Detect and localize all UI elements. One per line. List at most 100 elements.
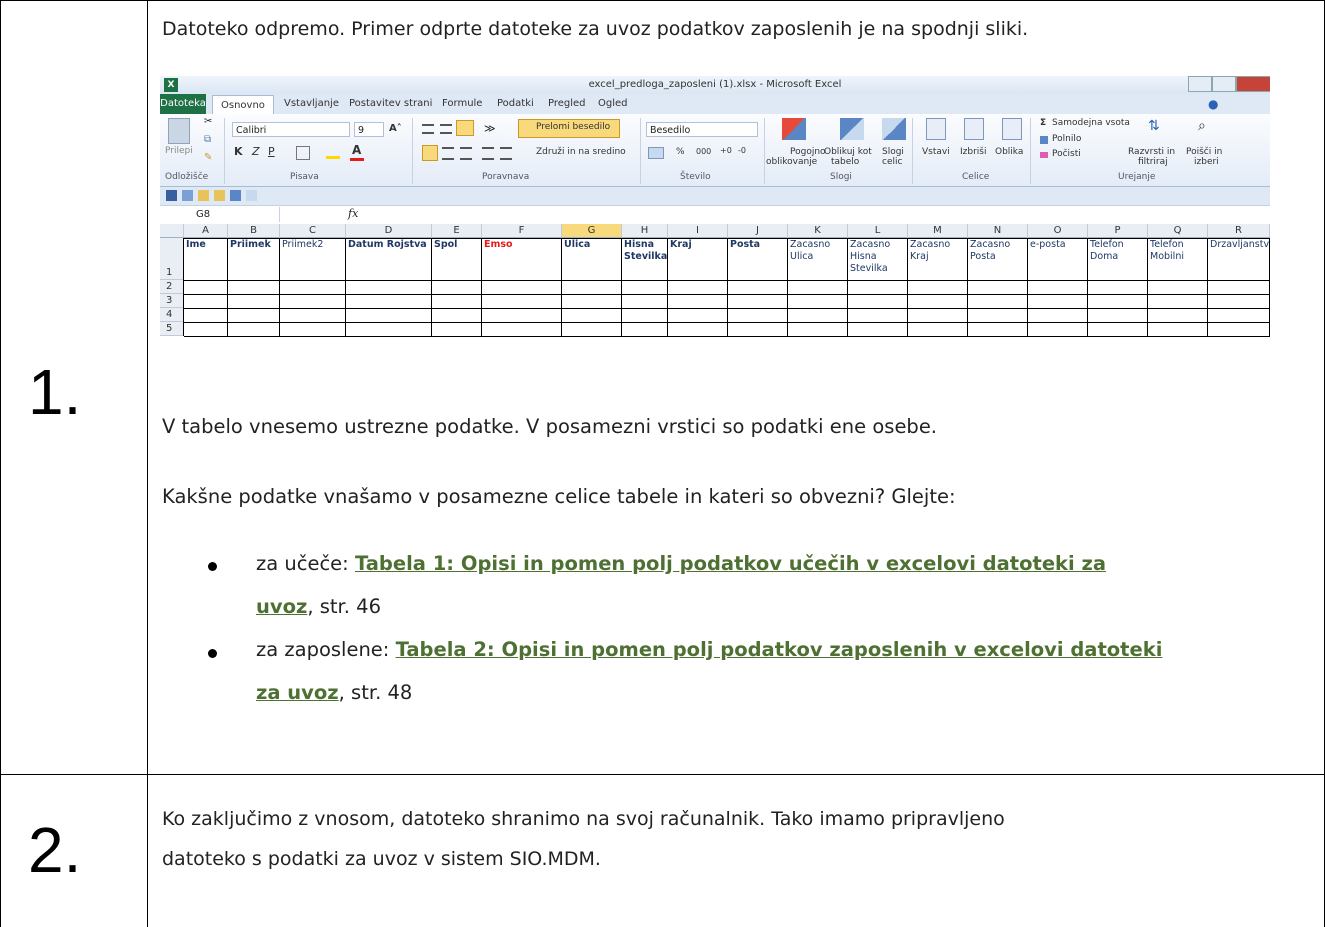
- column-header-a[interactable]: A: [184, 224, 228, 238]
- header-cell[interactable]: Ulica: [562, 238, 622, 280]
- column-header-i[interactable]: I: [668, 224, 728, 238]
- align-bottom-icon[interactable]: [456, 120, 474, 136]
- column-header-d[interactable]: D: [346, 224, 432, 238]
- column-header-c[interactable]: C: [280, 224, 346, 238]
- link-tabela-2[interactable]: Tabela 2: Opisi in pomen polj podatkov z…: [396, 638, 1163, 661]
- cell-styles-icon[interactable]: [882, 118, 906, 140]
- font-size-select[interactable]: 9: [354, 122, 384, 137]
- row-header-5[interactable]: 5: [160, 322, 184, 336]
- name-box[interactable]: G8: [160, 207, 280, 222]
- autosum-button[interactable]: Samodejna vsota: [1052, 118, 1130, 128]
- header-cell[interactable]: Spol: [432, 238, 482, 280]
- font-color-icon[interactable]: A: [352, 143, 361, 157]
- maximize-icon[interactable]: [1212, 76, 1236, 92]
- format-button[interactable]: Oblika: [995, 147, 1023, 157]
- italic-icon[interactable]: Z: [252, 145, 260, 158]
- header-cell[interactable]: Zacasno Ulica: [788, 238, 848, 280]
- column-header-k[interactable]: K: [788, 224, 848, 238]
- column-header-o[interactable]: O: [1028, 224, 1088, 238]
- tab-podatki[interactable]: Podatki: [497, 98, 534, 109]
- thousands-button[interactable]: 000: [696, 147, 711, 156]
- clear-icon[interactable]: [1040, 152, 1048, 158]
- align-middle-icon[interactable]: [440, 124, 452, 134]
- link-tabela-2-cont[interactable]: za uvoz: [256, 681, 339, 704]
- tab-datoteka[interactable]: Datoteka: [160, 94, 206, 114]
- header-cell[interactable]: Zacasno Kraj: [908, 238, 968, 280]
- align-right-icon[interactable]: [460, 147, 472, 160]
- merge-center-button[interactable]: Združi in na sredino: [536, 147, 626, 157]
- spelling-icon[interactable]: [246, 190, 257, 201]
- sort-filter-icon[interactable]: ⇅: [1148, 118, 1160, 134]
- header-cell[interactable]: Zacasno Hisna Stevilka: [848, 238, 908, 280]
- format-table-icon[interactable]: [840, 118, 864, 140]
- open-icon[interactable]: [198, 190, 209, 201]
- column-header-e[interactable]: E: [432, 224, 482, 238]
- tab-pregled[interactable]: Pregled: [548, 98, 586, 109]
- header-cell[interactable]: Ime: [184, 238, 228, 280]
- column-header-m[interactable]: M: [908, 224, 968, 238]
- decrease-indent-icon[interactable]: [482, 147, 494, 160]
- number-format-select[interactable]: Besedilo: [646, 122, 758, 137]
- percent-button[interactable]: %: [676, 147, 685, 157]
- insert-cells-icon[interactable]: [926, 118, 946, 140]
- row-header-1[interactable]: 1: [160, 238, 184, 280]
- cut-icon[interactable]: ✂: [204, 116, 212, 127]
- format-cells-icon[interactable]: [1002, 118, 1022, 140]
- save-icon[interactable]: [166, 190, 177, 201]
- fx-icon[interactable]: fx: [348, 207, 358, 220]
- copy-icon[interactable]: ⧉: [204, 134, 211, 145]
- fill-icon[interactable]: [1040, 136, 1048, 144]
- increase-indent-icon[interactable]: [500, 147, 512, 160]
- border-icon[interactable]: [296, 146, 310, 160]
- header-cell[interactable]: Hisna Stevilka: [622, 238, 668, 280]
- column-header-h[interactable]: H: [622, 224, 668, 238]
- close-icon[interactable]: [1236, 76, 1270, 92]
- header-cell[interactable]: Posta: [728, 238, 788, 280]
- header-cell[interactable]: e-posta: [1028, 238, 1088, 280]
- column-header-j[interactable]: J: [728, 224, 788, 238]
- column-header-p[interactable]: P: [1088, 224, 1148, 238]
- underline-icon[interactable]: P: [268, 145, 275, 158]
- link-tabela-1-cont[interactable]: uvoz: [256, 595, 307, 618]
- insert-button[interactable]: Vstavi: [922, 147, 950, 157]
- row-header-3[interactable]: 3: [160, 294, 184, 308]
- tab-ogled[interactable]: Ogled: [598, 98, 628, 109]
- link-tabela-1[interactable]: Tabela 1: Opisi in pomen polj podatkov u…: [355, 552, 1106, 575]
- fill-button[interactable]: Polnilo: [1052, 134, 1081, 144]
- row-header-2[interactable]: 2: [160, 280, 184, 294]
- column-header-n[interactable]: N: [968, 224, 1028, 238]
- column-header-g[interactable]: G: [562, 224, 622, 238]
- spreadsheet-grid[interactable]: A B C D E F G H I J K L M N O P Q R 1 2 3 4 5 Ime Priimek Priimek…: [160, 224, 1270, 372]
- header-cell[interactable]: Datum Rojstva: [346, 238, 432, 280]
- sort-filter-button[interactable]: Razvrsti in: [1128, 147, 1175, 157]
- font-name-select[interactable]: Calibri: [232, 122, 350, 137]
- increase-decimal-icon[interactable]: +0: [720, 146, 732, 155]
- paste-icon[interactable]: [168, 118, 190, 144]
- sum-icon[interactable]: Σ: [1040, 118, 1046, 128]
- column-header-l[interactable]: L: [848, 224, 908, 238]
- header-cell[interactable]: Priimek2: [280, 238, 346, 280]
- row-header-4[interactable]: 4: [160, 308, 184, 322]
- delete-cells-icon[interactable]: [964, 118, 984, 140]
- delete-button[interactable]: Izbriši: [960, 147, 986, 157]
- column-header-f[interactable]: F: [482, 224, 562, 238]
- paste-button[interactable]: Prilepi: [165, 146, 193, 156]
- clear-button[interactable]: Počisti: [1052, 149, 1081, 159]
- column-header-q[interactable]: Q: [1148, 224, 1208, 238]
- header-cell[interactable]: Telefon Doma: [1088, 238, 1148, 280]
- header-cell[interactable]: Kraj: [668, 238, 728, 280]
- align-left-icon[interactable]: [422, 145, 438, 161]
- undo-icon[interactable]: [182, 190, 193, 201]
- orientation-icon[interactable]: ≫: [484, 122, 496, 135]
- help-icon[interactable]: ●: [1208, 97, 1218, 111]
- tab-formule[interactable]: Formule: [442, 98, 482, 109]
- table-icon[interactable]: [230, 190, 241, 201]
- font-grow-icon[interactable]: A˄: [389, 123, 402, 134]
- find-select-icon[interactable]: ⌕: [1198, 118, 1206, 134]
- column-header-b[interactable]: B: [228, 224, 280, 238]
- align-top-icon[interactable]: [422, 124, 434, 134]
- select-all-corner[interactable]: [160, 224, 184, 238]
- decrease-decimal-icon[interactable]: -0: [738, 146, 746, 155]
- tab-vstavljanje[interactable]: Vstavljanje: [284, 98, 339, 109]
- format-table-button[interactable]: Oblikuj kot: [824, 147, 872, 157]
